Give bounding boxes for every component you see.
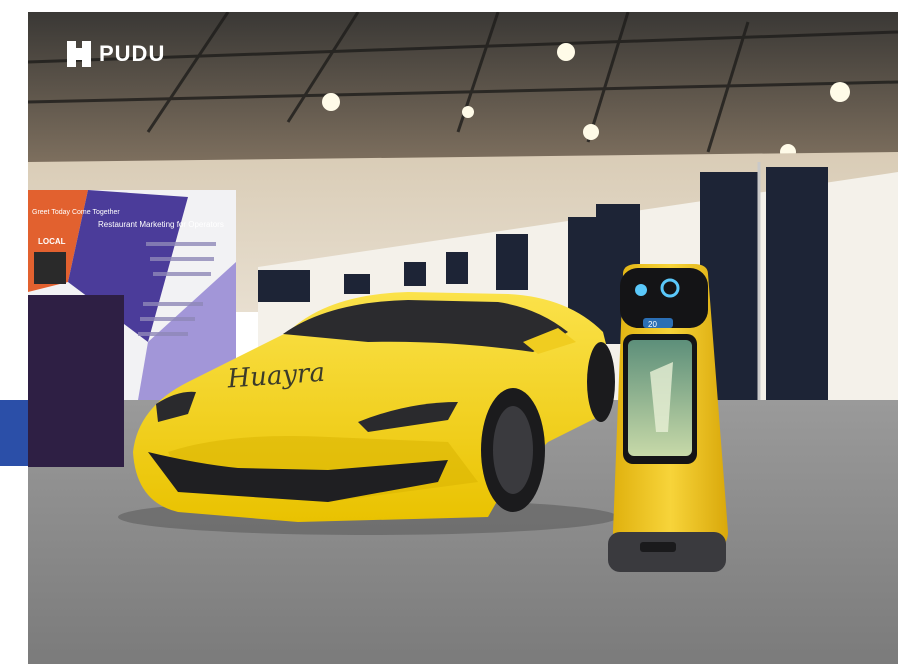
pudu-logo: PUDU bbox=[66, 40, 165, 68]
svg-text:Greet Today Come Together: Greet Today Come Together bbox=[32, 209, 120, 216]
expo-photo: Restaurant Marketing for Operators Greet… bbox=[28, 12, 898, 664]
svg-text:Restaurant Marketing for Opera: Restaurant Marketing for Operators bbox=[98, 220, 224, 229]
draped-table bbox=[28, 295, 124, 467]
pudu-delivery-robot: 20 bbox=[608, 264, 728, 572]
svg-text:20: 20 bbox=[648, 320, 657, 329]
monitor bbox=[34, 252, 66, 284]
ceiling bbox=[28, 12, 898, 162]
pudu-logo-icon bbox=[67, 41, 91, 67]
logo-text: PUDU bbox=[99, 41, 166, 66]
svg-text:LOCAL: LOCAL bbox=[38, 237, 66, 246]
blue-accent-bar bbox=[0, 400, 30, 466]
photo-scene: Restaurant Marketing for Operators Greet… bbox=[28, 12, 898, 664]
